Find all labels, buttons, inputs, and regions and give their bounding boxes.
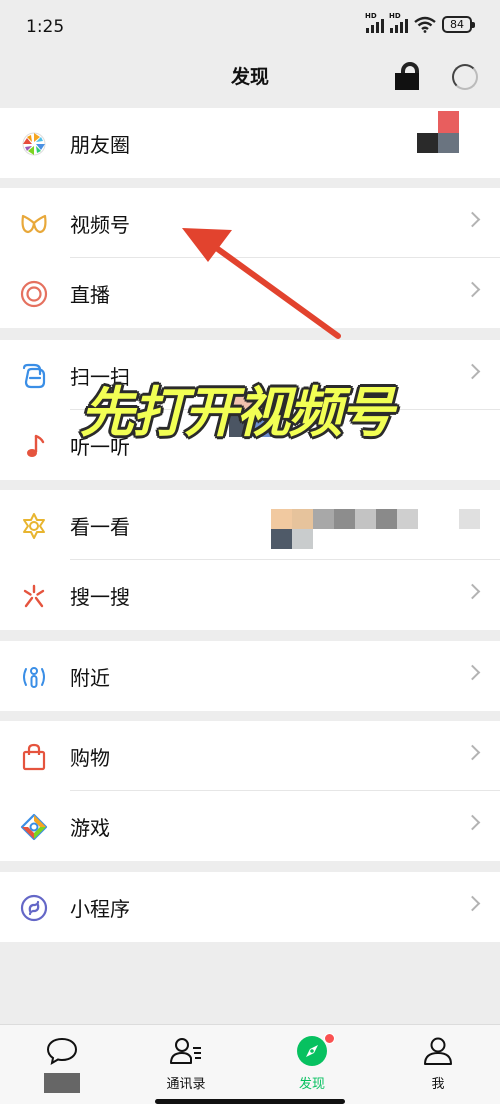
- mosaic-block: [397, 509, 418, 529]
- nearby-icon: [20, 663, 48, 691]
- top-stories-group: 看一看 搜一搜: [0, 490, 500, 630]
- person-icon: [398, 1033, 478, 1069]
- shopping-bag-icon: [20, 743, 48, 771]
- mosaic-block: [355, 509, 376, 529]
- mini-programs-icon: [20, 894, 48, 922]
- chevron-right-icon: [464, 664, 481, 681]
- menu-item-shopping[interactable]: 购物: [0, 721, 500, 791]
- search-icon: [20, 582, 48, 610]
- mosaic-block: [292, 529, 313, 549]
- menu-item-search[interactable]: 搜一搜: [0, 560, 500, 630]
- contacts-icon: [146, 1033, 226, 1069]
- mosaic-block: [459, 509, 480, 529]
- chevron-right-icon: [464, 583, 481, 600]
- nearby-group: 附近: [0, 641, 500, 711]
- games-icon: [20, 813, 48, 841]
- chevron-right-icon: [464, 895, 481, 912]
- tab-discover[interactable]: 发现: [272, 1033, 352, 1092]
- menu-label-mini-programs: 小程序: [70, 897, 130, 921]
- menu-item-nearby[interactable]: 附近: [0, 641, 500, 711]
- mosaic-block: [376, 509, 397, 529]
- tab-label-contacts: 通讯录: [166, 1077, 206, 1092]
- chevron-right-icon: [464, 744, 481, 761]
- tab-bar: 通讯录 发现 我: [0, 1024, 500, 1104]
- menu-label-nearby: 附近: [70, 666, 110, 690]
- mosaic-block: [292, 509, 313, 529]
- notification-dot: [324, 1033, 335, 1044]
- tab-label-me: 我: [431, 1077, 445, 1092]
- chevron-right-icon: [464, 814, 481, 831]
- menu-label-shopping: 购物: [70, 746, 110, 770]
- music-note-icon: [20, 432, 48, 460]
- chat-bubble-icon: [22, 1033, 102, 1069]
- menu-item-top-stories[interactable]: 看一看: [0, 490, 500, 560]
- menu-item-mini-programs[interactable]: 小程序: [0, 872, 500, 942]
- menu-label-games: 游戏: [70, 816, 110, 840]
- annotation-arrow: [182, 228, 341, 339]
- mini-programs-group: 小程序: [0, 872, 500, 942]
- tab-label-discover: 发现: [298, 1077, 325, 1092]
- menu-label-top-stories: 看一看: [70, 515, 130, 539]
- tab-contacts[interactable]: 通讯录: [146, 1033, 226, 1092]
- compass-icon: [272, 1033, 352, 1069]
- top-stories-icon: [20, 512, 48, 540]
- menu-item-games[interactable]: 游戏: [0, 791, 500, 861]
- mosaic-block: [334, 509, 355, 529]
- tab-me[interactable]: 我: [398, 1033, 478, 1092]
- tab-label-chats: [44, 1073, 80, 1093]
- mosaic-block: [271, 529, 292, 549]
- menu-label-search: 搜一搜: [70, 585, 130, 609]
- overlay-caption: 先打开视频号: [80, 381, 394, 444]
- mosaic-block: [271, 509, 292, 529]
- shopping-group: 购物 游戏: [0, 721, 500, 861]
- home-indicator: [155, 1099, 345, 1104]
- mosaic-block: [313, 509, 334, 529]
- tab-chats[interactable]: [22, 1033, 102, 1093]
